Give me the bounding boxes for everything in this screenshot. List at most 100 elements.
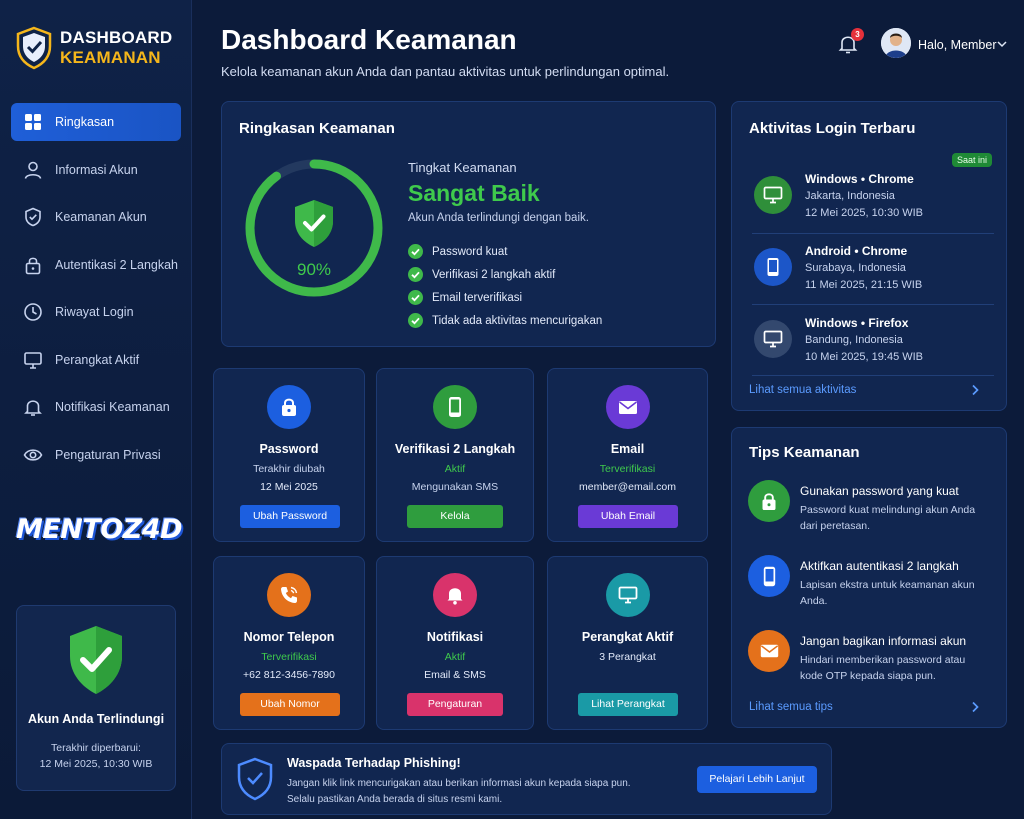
security-score-ring: 90% bbox=[245, 159, 383, 297]
check-label: Tidak ada aktivitas mencurigakan bbox=[432, 314, 603, 327]
sidebar-item-label: Riwayat Login bbox=[55, 305, 134, 319]
monitor-icon bbox=[24, 351, 42, 369]
lock-icon bbox=[25, 257, 41, 274]
see-all-activity-link[interactable]: Lihat semua aktivitas bbox=[749, 384, 993, 396]
check-label: Verifikasi 2 langkah aktif bbox=[432, 268, 556, 281]
tip-icon-badge bbox=[748, 480, 790, 522]
learn-more-button[interactable]: Pelajari Lebih Lanjut bbox=[697, 766, 817, 793]
shield-check-icon bbox=[16, 26, 52, 70]
login-item[interactable]: Windows • Firefox Bandung, Indonesia 10 … bbox=[752, 312, 994, 372]
card-title: Nomor Telepon bbox=[243, 630, 335, 644]
sidebar-item-perangkat-aktif[interactable]: Perangkat Aktif bbox=[11, 341, 181, 379]
login-item[interactable]: Windows • Chrome Jakarta, Indonesia 12 M… bbox=[752, 168, 994, 228]
sidebar-item-label: Perangkat Aktif bbox=[55, 352, 140, 367]
phishing-alert-banner: Waspada Terhadap Phishing! Jangan klik l… bbox=[221, 743, 832, 815]
sidebar-item-pengaturan-privasi[interactable]: Pengaturan Privasi bbox=[11, 436, 181, 474]
security-level-label: Tingkat Keamanan bbox=[408, 160, 517, 175]
check-circle-icon bbox=[408, 290, 423, 305]
card-detail: 12 Mei 2025 bbox=[260, 481, 318, 493]
phishing-title: Waspada Terhadap Phishing! bbox=[287, 756, 461, 770]
card-title: Password bbox=[259, 442, 319, 456]
tip-icon-badge bbox=[748, 555, 790, 597]
tip-desc: Lapisan ekstra untuk keamanan akun Anda. bbox=[800, 579, 975, 607]
change-email-button[interactable]: Ubah Email bbox=[578, 505, 678, 528]
sidebar-item-ringkasan[interactable]: Ringkasan bbox=[11, 103, 181, 141]
sidebar-item-riwayat-login[interactable]: Riwayat Login bbox=[11, 293, 181, 331]
login-item[interactable]: Android • Chrome Surabaya, Indonesia 11 … bbox=[752, 240, 994, 300]
sidebar-item-label: Ringkasan bbox=[55, 115, 115, 129]
chevron-right-icon bbox=[972, 384, 979, 396]
manage-2fa-button[interactable]: Kelola bbox=[407, 505, 503, 528]
card-status: Aktif bbox=[444, 651, 466, 663]
protect-title: Akun Anda Terlindungi bbox=[27, 712, 165, 726]
monitor-icon bbox=[763, 330, 783, 348]
sidebar-item-autentikasi-2-langkah[interactable]: Autentikasi 2 Langkah bbox=[11, 246, 181, 284]
bell-icon bbox=[447, 588, 463, 605]
tip-title: Gunakan password yang kuat bbox=[800, 484, 959, 498]
change-number-button[interactable]: Ubah Nomor bbox=[240, 693, 340, 716]
sidebar-item-informasi-akun[interactable]: Informasi Akun bbox=[11, 151, 181, 189]
mail-icon bbox=[760, 644, 778, 658]
tip-title: Aktifkan autentikasi 2 langkah bbox=[800, 559, 959, 573]
check-item: Email terverifikasi bbox=[408, 286, 602, 309]
password-card: Password Terakhir diubah 12 Mei 2025 Uba… bbox=[213, 368, 365, 542]
monitor-icon bbox=[763, 186, 783, 204]
shield-check-icon bbox=[237, 757, 273, 801]
security-level-desc: Akun Anda terlindungi dengan baik. bbox=[408, 212, 589, 224]
account-protected-card: Akun Anda Terlindungi Terakhir diperbaru… bbox=[16, 605, 176, 791]
chevron-down-icon[interactable] bbox=[997, 40, 1007, 48]
user-greeting[interactable]: Halo, Member bbox=[918, 38, 997, 52]
security-tips-card: Tips Keamanan Gunakan password yang kuat… bbox=[731, 427, 1007, 728]
bell-icon bbox=[24, 400, 42, 416]
sidebar-item-label: Pengaturan Privasi bbox=[55, 447, 161, 462]
notification-settings-button[interactable]: Pengaturan bbox=[407, 693, 503, 716]
phone-call-icon bbox=[281, 586, 298, 603]
change-password-button[interactable]: Ubah Password bbox=[240, 505, 340, 528]
card-title: Verifikasi 2 Langkah bbox=[394, 442, 516, 456]
check-circle-icon bbox=[408, 267, 423, 282]
login-activity-title: Aktivitas Login Terbaru bbox=[749, 120, 916, 137]
phone-icon-badge bbox=[267, 573, 311, 617]
phone-number-card: Nomor Telepon Terverifikasi +62 812-3456… bbox=[213, 556, 365, 730]
check-item: Verifikasi 2 langkah aktif bbox=[408, 263, 602, 286]
see-all-label: Lihat semua aktivitas bbox=[749, 384, 857, 396]
sidebar-item-notifikasi-keamanan[interactable]: Notifikasi Keamanan bbox=[11, 388, 181, 426]
eye-icon bbox=[23, 448, 43, 461]
mail-icon bbox=[619, 400, 637, 414]
card-title: Email bbox=[610, 442, 645, 456]
brand-logo[interactable]: DASHBOARD KEAMANAN bbox=[16, 26, 172, 70]
card-detail: +62 812-3456-7890 bbox=[243, 669, 335, 681]
sidebar-item-label: Keamanan Akun bbox=[55, 210, 147, 224]
smartphone-icon bbox=[763, 566, 775, 586]
shield-check-icon bbox=[25, 207, 41, 227]
clock-icon bbox=[24, 303, 42, 321]
check-circle-icon bbox=[408, 313, 423, 328]
tip-icon-badge bbox=[748, 630, 790, 672]
sidebar-item-label: Notifikasi Keamanan bbox=[55, 400, 170, 414]
check-label: Email terverifikasi bbox=[432, 291, 523, 304]
card-title: Perangkat Aktif bbox=[581, 630, 674, 644]
tip-item: Aktifkan autentikasi 2 langkah Lapisan e… bbox=[748, 555, 998, 625]
summary-title: Ringkasan Keamanan bbox=[239, 120, 395, 137]
phishing-line1: Jangan klik link mencurigakan atau berik… bbox=[287, 778, 631, 789]
phone-icon bbox=[449, 397, 461, 417]
user-icon bbox=[24, 161, 42, 179]
lock-icon bbox=[282, 398, 296, 416]
check-label: Password kuat bbox=[432, 245, 508, 258]
shield-check-icon bbox=[70, 626, 122, 694]
brand-title-line1: DASHBOARD bbox=[60, 28, 173, 47]
sidebar-item-keamanan-akun[interactable]: Keamanan Akun bbox=[11, 198, 181, 236]
card-detail: member@email.com bbox=[578, 481, 676, 493]
login-device: Windows • Firefox bbox=[805, 316, 909, 330]
avatar[interactable] bbox=[881, 28, 911, 58]
protect-updated-value: 12 Mei 2025, 10:30 WIB bbox=[39, 758, 153, 770]
notification-card: Notifikasi Aktif Email & SMS Pengaturan bbox=[376, 556, 534, 730]
view-devices-button[interactable]: Lihat Perangkat bbox=[578, 693, 678, 716]
security-level-value: Sangat Baik bbox=[408, 180, 540, 206]
phishing-line2: Selalu pastikan Anda berada di situs res… bbox=[287, 794, 503, 805]
sidebar-nav: Ringkasan Informasi Akun Keamanan Akun A… bbox=[11, 103, 181, 483]
sidebar: DASHBOARD KEAMANAN Ringkasan Informasi A… bbox=[0, 0, 192, 819]
card-status: Terverifikasi bbox=[261, 651, 317, 663]
see-all-tips-link[interactable]: Lihat semua tips bbox=[749, 701, 993, 713]
tip-item: Gunakan password yang kuat Password kuat… bbox=[748, 480, 998, 550]
